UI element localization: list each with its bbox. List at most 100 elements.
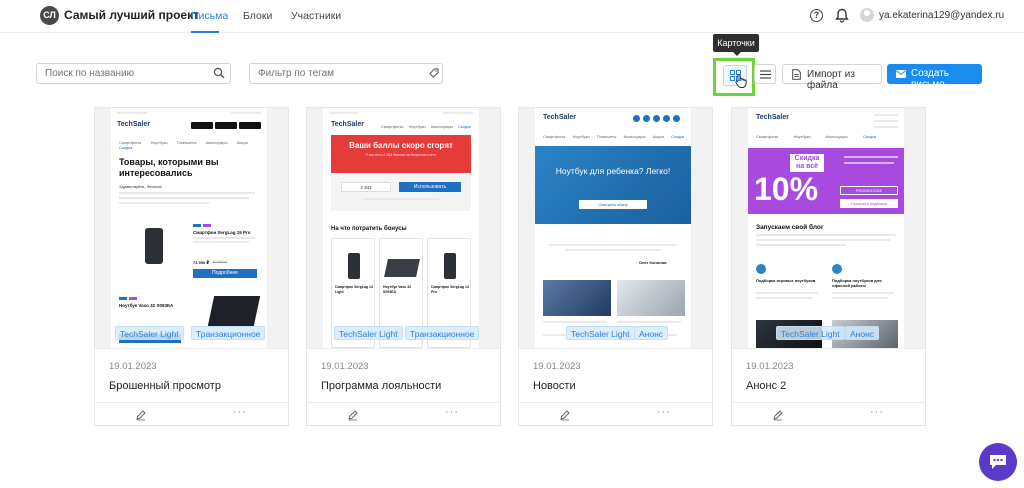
preview-discount-badge: Скидка на всё	[790, 154, 824, 172]
project-logo[interactable]: СЛ	[40, 6, 59, 25]
user-avatar[interactable]	[860, 8, 874, 22]
letter-card[interactable]: TechSaler Смартфоны Ноутбуки Аксессуары …	[306, 107, 501, 426]
card-title[interactable]: Анонс 2	[746, 380, 786, 392]
letter-preview-mail: TechSaler Смартфоны Ноутбуки Аксессуары …	[323, 108, 479, 348]
card-title[interactable]: Программа лояльности	[321, 380, 441, 392]
tag-icon[interactable]	[429, 68, 439, 78]
chat-button[interactable]	[979, 443, 1017, 481]
preview-nav-item: Акции	[652, 134, 664, 139]
tag-filter-input[interactable]	[249, 63, 443, 84]
preview-phone-image	[444, 253, 456, 279]
tag[interactable]: TechSaler Light	[566, 326, 635, 340]
letter-preview[interactable]: TechSaler Смартфоны Ноутбуки Планшеты Ак…	[519, 108, 712, 348]
preview-badge	[203, 224, 211, 227]
card-title[interactable]: Новости	[533, 380, 576, 392]
user-email[interactable]: ya.ekaterina129@yandex.ru	[879, 10, 1004, 21]
more-options-icon[interactable]: ···	[870, 406, 884, 418]
nav-item-members[interactable]: Участники	[291, 10, 341, 22]
preview-use-button: Использовать	[399, 182, 461, 192]
help-icon[interactable]: ?	[810, 9, 823, 22]
preview-line	[543, 321, 607, 323]
preview-phone-image	[145, 228, 163, 264]
card-meta[interactable]: 19.01.2023 Новости	[519, 348, 712, 402]
nav-item-blocks[interactable]: Блоки	[243, 10, 272, 22]
more-options-icon[interactable]: ···	[445, 406, 459, 418]
preview-line	[119, 192, 255, 194]
tag[interactable]: Транзакционное	[191, 326, 266, 340]
tag[interactable]: TechSaler Light	[334, 326, 403, 340]
tag[interactable]: TechSaler Light	[776, 326, 845, 340]
preview-badge	[119, 297, 127, 300]
search-icon[interactable]	[213, 67, 225, 79]
preview-article-image	[617, 280, 685, 316]
preview-line	[363, 198, 439, 200]
tag[interactable]: Анонс	[634, 326, 669, 340]
preview-nav-item: Планшеты	[176, 140, 197, 145]
import-from-file-button[interactable]: Импорт из файла	[782, 64, 882, 91]
nav-item-letters[interactable]: Письма	[191, 10, 228, 22]
preview-more-button: Подробнее	[193, 269, 257, 278]
social-icon	[643, 115, 650, 122]
tag[interactable]: Анонс	[845, 326, 880, 340]
letter-card[interactable]: TechSaler Смартфоны Ноутбуки Планшеты Ак…	[518, 107, 713, 426]
preview-line	[193, 241, 249, 243]
more-options-icon[interactable]: ···	[657, 406, 671, 418]
preview-nav-item: Скидки	[862, 134, 877, 139]
preview-line	[844, 156, 898, 158]
cards-view-toggle[interactable]	[723, 65, 747, 88]
card-meta[interactable]: 19.01.2023 Программа лояльности	[307, 348, 500, 402]
preview-nav-item: Скидки	[119, 145, 133, 150]
edit-icon[interactable]	[559, 409, 571, 421]
preview-author-avatar	[832, 264, 842, 274]
preview-badge	[129, 297, 137, 300]
preview-laptop-image	[207, 296, 261, 326]
preview-banner-title: Ваши баллы скоро сгорят	[349, 141, 453, 150]
card-date: 19.01.2023	[533, 361, 581, 372]
preview-brand: TechSaler	[117, 121, 150, 128]
project-title[interactable]: Самый лучший проект	[64, 8, 199, 22]
preview-product-name: Ноутбук Vaxo 32 S093EA	[119, 303, 174, 308]
preview-points-value: 2 344	[341, 182, 391, 192]
cards-view-button[interactable]	[713, 58, 755, 96]
social-icon	[673, 115, 680, 122]
cards-view-tooltip: Карточки	[713, 34, 759, 56]
preview-line	[193, 237, 255, 239]
letter-preview[interactable]: TechSaler Смартфоны Ноутбуки Аксессуары …	[307, 108, 500, 348]
preview-line	[832, 292, 894, 294]
preview-nav-item: Аксессуары	[825, 134, 848, 139]
preview-line	[832, 297, 888, 299]
preview-line	[874, 126, 898, 128]
preview-points-box	[331, 173, 471, 211]
list-view-button[interactable]	[754, 64, 776, 84]
more-options-icon[interactable]: ···	[233, 406, 247, 418]
preview-price: 73 990 ₽	[193, 260, 210, 265]
card-meta[interactable]: 19.01.2023 Брошенный просмотр	[95, 348, 288, 402]
preview-nav-item: Аксессуары	[205, 140, 228, 145]
card-title[interactable]: Брошенный просмотр	[109, 380, 221, 392]
preview-nav-item: Ноутбуки	[408, 124, 426, 129]
preview-percent: 10%	[754, 171, 819, 207]
letter-preview-mail: TechSaler Смартфоны Ноутбуки Аксессуары …	[748, 108, 904, 348]
edit-icon[interactable]	[772, 409, 784, 421]
card-meta[interactable]: 19.01.2023 Анонс 2	[732, 348, 925, 402]
edit-icon[interactable]	[135, 409, 147, 421]
bell-icon[interactable]	[835, 8, 849, 23]
tag[interactable]: TechSaler Light	[115, 326, 184, 340]
preview-hero-title: Ноутбук для ребенка? Легко!	[555, 166, 671, 176]
card-date: 19.01.2023	[746, 361, 794, 372]
card-footer: ···	[519, 402, 712, 426]
preview-brand: TechSaler	[331, 121, 364, 128]
letter-preview[interactable]: TechSaler Смартфоны Ноутбуки Планшеты Ак…	[95, 108, 288, 348]
tag[interactable]: Транзакционное	[405, 326, 480, 340]
preview-nav-item: Аксессуары	[623, 134, 646, 139]
letter-card[interactable]: TechSaler Смартфоны Ноутбуки Планшеты Ак…	[94, 107, 289, 426]
letter-preview[interactable]: TechSaler Смартфоны Ноутбуки Аксессуары …	[732, 108, 925, 348]
create-letter-button[interactable]: Создать письмо	[887, 64, 982, 90]
search-input[interactable]	[36, 63, 231, 84]
preview-line	[756, 239, 890, 241]
letter-card[interactable]: TechSaler Смартфоны Ноутбуки Аксессуары …	[731, 107, 926, 426]
edit-icon[interactable]	[347, 409, 359, 421]
preview-line	[565, 249, 661, 251]
preview-line	[617, 321, 681, 323]
preview-nav-item: Акции	[236, 140, 248, 145]
